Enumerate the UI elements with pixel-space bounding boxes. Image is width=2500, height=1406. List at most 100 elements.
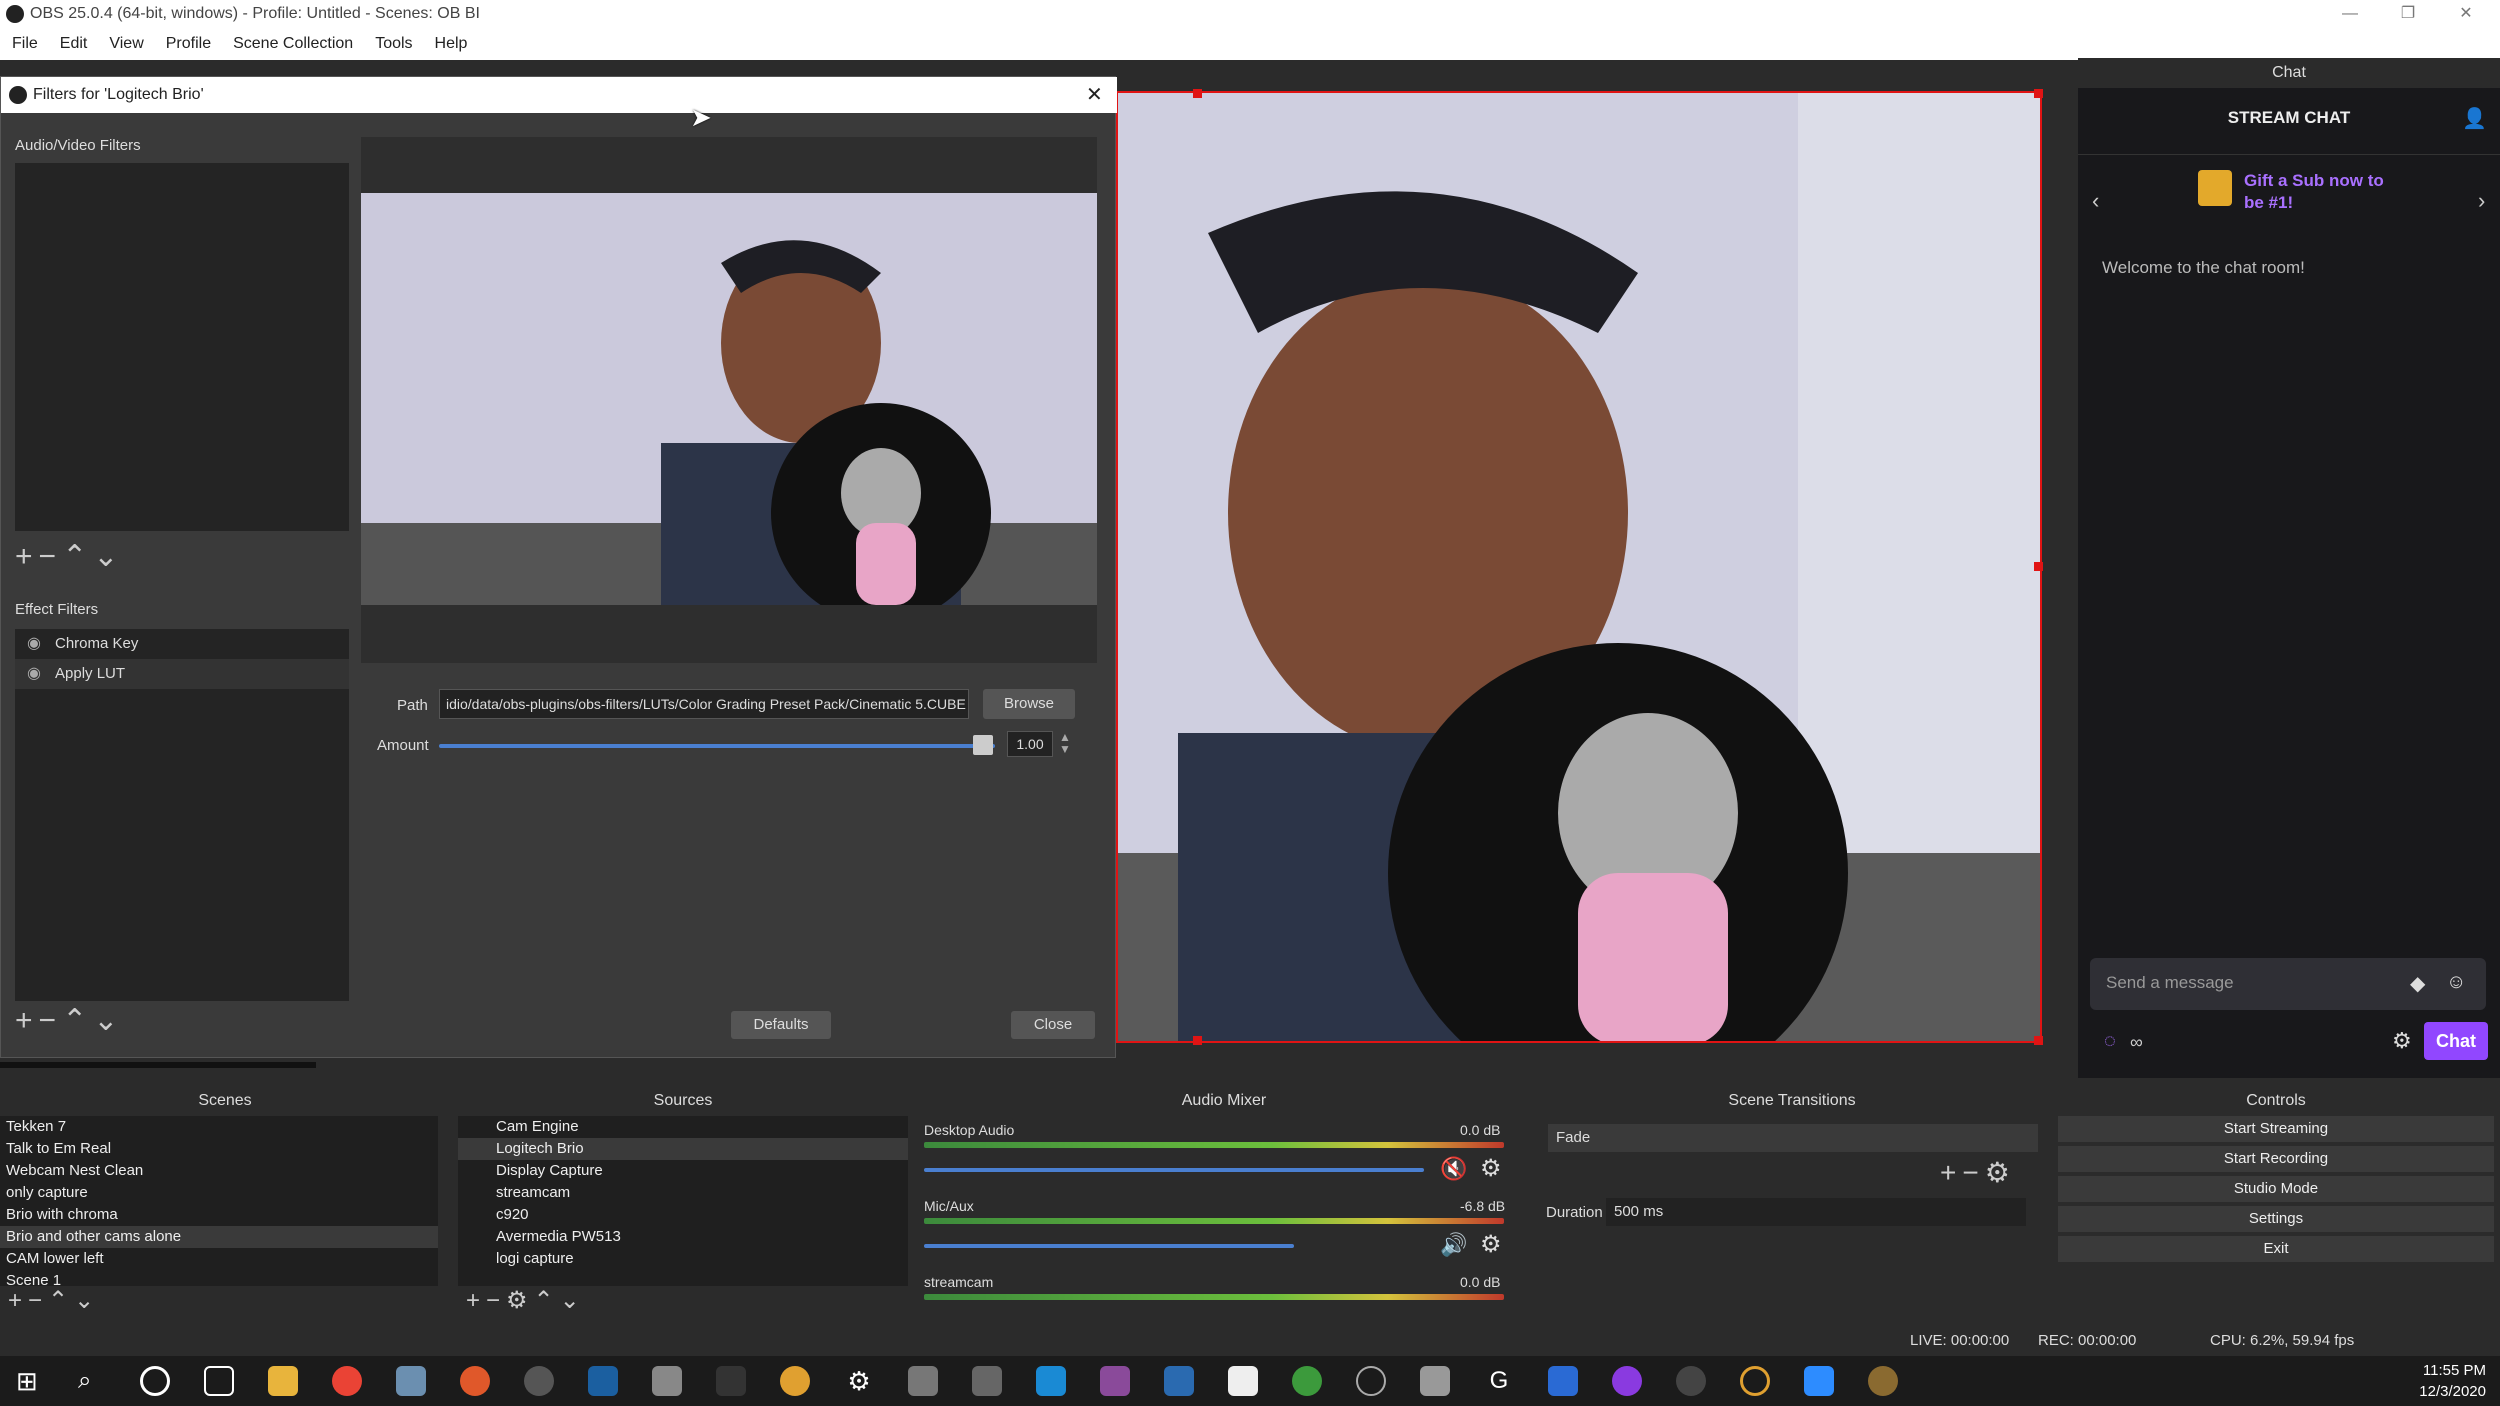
list-item[interactable]: Avermedia PW513	[458, 1226, 908, 1248]
gear-icon[interactable]: ⚙	[1480, 1230, 1502, 1259]
filter-item-chroma-key[interactable]: ◉ Chroma Key	[15, 629, 349, 659]
start-recording-button[interactable]: Start Recording	[2058, 1146, 2494, 1172]
add-icon[interactable]: +	[8, 1287, 28, 1314]
filter-item-apply-lut[interactable]: ◉ Apply LUT	[15, 659, 349, 689]
channel-points-icon[interactable]: ◌	[2104, 1030, 2116, 1053]
resize-handle[interactable]	[1193, 1036, 1202, 1045]
move-up-icon[interactable]: ⌃	[534, 1287, 560, 1314]
chevron-left-icon[interactable]: ‹	[2092, 188, 2099, 214]
menu-profile[interactable]: Profile	[166, 35, 211, 52]
list-item[interactable]: Webcam Nest Clean	[0, 1160, 438, 1182]
volume-slider[interactable]	[924, 1244, 1294, 1248]
zoom-icon[interactable]	[1804, 1366, 1834, 1396]
list-item[interactable]: Logitech Brio	[458, 1138, 908, 1160]
list-item[interactable]: Cam Engine	[458, 1116, 908, 1138]
audio-video-filters-list[interactable]	[15, 163, 349, 531]
remove-icon[interactable]: −	[39, 540, 63, 573]
chrome-icon[interactable]	[332, 1366, 362, 1396]
windows-start-icon[interactable]: ⊞	[16, 1366, 46, 1396]
path-input[interactable]: idio/data/obs-plugins/obs-filters/LUTs/C…	[439, 689, 969, 719]
gear-icon[interactable]: ⚙	[2392, 1028, 2412, 1054]
emote-icon[interactable]: ☺	[2446, 971, 2466, 994]
muted-speaker-icon[interactable]: 🔇	[1440, 1156, 1467, 1182]
app-icon[interactable]	[396, 1366, 426, 1396]
exit-button[interactable]: Exit	[2058, 1236, 2494, 1262]
remove-icon[interactable]: −	[39, 1004, 63, 1037]
duration-input[interactable]: 500 ms	[1606, 1198, 2026, 1226]
list-item[interactable]: logi capture	[458, 1248, 908, 1270]
add-icon[interactable]: +	[15, 540, 39, 573]
steam-icon[interactable]	[588, 1366, 618, 1396]
remove-icon[interactable]: −	[1962, 1157, 1984, 1188]
menu-tools[interactable]: Tools	[375, 35, 412, 52]
list-item[interactable]: only capture	[0, 1182, 438, 1204]
effect-filters-list[interactable]: ◉ Chroma Key ◉ Apply LUT	[15, 629, 349, 1001]
app-icon[interactable]	[460, 1366, 490, 1396]
move-down-icon[interactable]: ⌄	[93, 540, 124, 573]
list-item[interactable]: streamcam	[458, 1182, 908, 1204]
amount-slider-track[interactable]	[439, 744, 995, 748]
app-icon[interactable]	[716, 1366, 746, 1396]
epic-games-icon[interactable]	[1228, 1366, 1258, 1396]
app-icon[interactable]	[1740, 1366, 1770, 1396]
list-item[interactable]: Tekken 7	[0, 1116, 438, 1138]
close-button[interactable]: Close	[1011, 1011, 1095, 1039]
app-icon[interactable]	[1868, 1366, 1898, 1396]
list-item[interactable]: Scene 1	[0, 1270, 438, 1286]
remove-icon[interactable]: −	[486, 1287, 506, 1314]
speaker-icon[interactable]: 🔊	[1440, 1232, 1467, 1258]
defaults-button[interactable]: Defaults	[731, 1011, 831, 1039]
cortana-icon[interactable]	[140, 1366, 170, 1396]
settings-icon[interactable]: ⚙	[844, 1366, 874, 1396]
list-item[interactable]: Talk to Em Real	[0, 1138, 438, 1160]
users-icon[interactable]: 👤	[2462, 106, 2487, 131]
spin-arrows-icon[interactable]: ▲ ▼	[1059, 731, 1071, 755]
list-item[interactable]: Brio with chroma	[0, 1204, 438, 1226]
list-item[interactable]: Display Capture	[458, 1160, 908, 1182]
task-view-icon[interactable]	[204, 1366, 234, 1396]
program-preview[interactable]	[1116, 91, 2042, 1043]
minimize-icon[interactable]: —	[2330, 0, 2370, 28]
gear-icon[interactable]: ⚙	[506, 1287, 534, 1314]
list-item[interactable]: Brio and other cams alone	[0, 1226, 438, 1248]
app-icon[interactable]	[1164, 1366, 1194, 1396]
settings-button[interactable]: Settings	[2058, 1206, 2494, 1232]
taskbar-clock[interactable]: 11:55 PM 12/3/2020	[2390, 1360, 2486, 1402]
menu-edit[interactable]: Edit	[60, 35, 88, 52]
add-icon[interactable]: +	[466, 1287, 486, 1314]
close-icon[interactable]: ✕	[1086, 77, 1103, 113]
menu-help[interactable]: Help	[435, 35, 468, 52]
start-streaming-button[interactable]: Start Streaming	[2058, 1116, 2494, 1142]
menu-file[interactable]: File	[12, 35, 38, 52]
volume-slider[interactable]	[924, 1168, 1424, 1172]
resize-handle[interactable]	[2034, 1036, 2043, 1045]
move-up-icon[interactable]: ⌃	[62, 1004, 93, 1037]
move-up-icon[interactable]: ⌃	[62, 540, 93, 573]
add-icon[interactable]: +	[15, 1004, 39, 1037]
scenes-list[interactable]: Tekken 7 Talk to Em Real Webcam Nest Cle…	[0, 1116, 438, 1286]
gear-icon[interactable]: ⚙	[1985, 1157, 2016, 1188]
app-icon[interactable]	[1036, 1366, 1066, 1396]
restore-icon[interactable]: ❐	[2388, 0, 2428, 28]
eye-icon[interactable]: ◉	[27, 659, 41, 689]
chevron-right-icon[interactable]: ›	[2478, 188, 2485, 214]
sources-list[interactable]: Cam Engine Logitech Brio Display Capture…	[458, 1116, 908, 1286]
app-icon[interactable]	[1548, 1366, 1578, 1396]
app-icon[interactable]	[1612, 1366, 1642, 1396]
move-down-icon[interactable]: ⌄	[93, 1004, 124, 1037]
move-up-icon[interactable]: ⌃	[48, 1287, 74, 1314]
app-icon[interactable]	[652, 1366, 682, 1396]
chat-send-button[interactable]: Chat	[2424, 1022, 2488, 1060]
chat-input[interactable]: Send a message ◆ ☺	[2090, 958, 2486, 1010]
amount-slider-handle[interactable]	[973, 735, 993, 755]
app-icon[interactable]: G	[1484, 1366, 1514, 1396]
file-explorer-icon[interactable]	[268, 1366, 298, 1396]
search-icon[interactable]: ⌕	[78, 1366, 108, 1396]
menu-view[interactable]: View	[109, 35, 143, 52]
list-item[interactable]: CAM lower left	[0, 1248, 438, 1270]
camera-icon[interactable]	[1420, 1366, 1450, 1396]
list-item[interactable]: c920	[458, 1204, 908, 1226]
close-icon[interactable]: ✕	[2446, 0, 2486, 28]
bits-icon[interactable]: ◆	[2410, 971, 2425, 996]
resize-handle[interactable]	[1193, 89, 1202, 98]
